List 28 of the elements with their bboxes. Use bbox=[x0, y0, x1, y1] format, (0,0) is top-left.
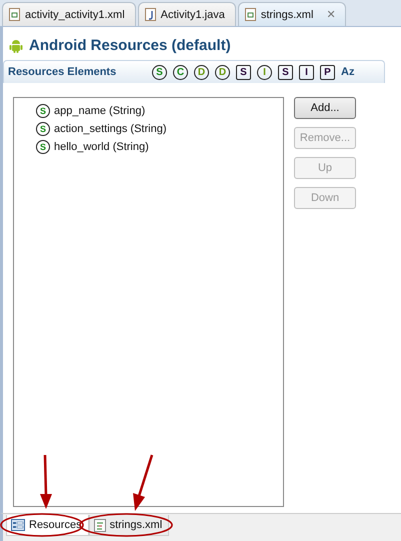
filter-toggle[interactable]: P bbox=[320, 64, 335, 80]
section-title: Resources Elements bbox=[8, 66, 118, 78]
android-icon bbox=[9, 38, 23, 53]
resource-item[interactable]: S action_settings (String) bbox=[36, 120, 283, 138]
string-icon: S bbox=[36, 122, 50, 136]
editor-tab[interactable]: strings.xml ✕ bbox=[238, 2, 346, 26]
editor-title: Android Resources (default) bbox=[29, 37, 231, 54]
close-icon[interactable]: ✕ bbox=[326, 8, 336, 21]
filter-toggle[interactable]: C bbox=[173, 64, 188, 80]
filter-toggle[interactable]: I bbox=[299, 64, 314, 80]
filter-toggle[interactable]: S bbox=[152, 64, 167, 80]
string-icon: S bbox=[36, 140, 50, 154]
resource-item[interactable]: S app_name (String) bbox=[36, 102, 283, 120]
filter-toggle[interactable]: S bbox=[278, 64, 293, 80]
action-button[interactable]: Add... bbox=[294, 97, 356, 119]
editor-tab[interactable]: Activity1.java bbox=[138, 2, 236, 26]
editor-tab[interactable]: activity_activity1.xml bbox=[2, 2, 136, 26]
arrow bbox=[133, 454, 154, 511]
source-file-icon bbox=[94, 518, 106, 532]
java-file-icon bbox=[144, 8, 156, 21]
arrow bbox=[40, 454, 52, 509]
file-icon bbox=[244, 8, 256, 21]
file-icon bbox=[9, 8, 20, 21]
string-icon: S bbox=[36, 104, 50, 118]
sort-button[interactable]: Az bbox=[341, 66, 354, 78]
resource-item[interactable]: S hello_world (String) bbox=[36, 138, 283, 156]
filter-toggle[interactable]: S bbox=[236, 64, 251, 80]
form-icon bbox=[11, 519, 25, 531]
